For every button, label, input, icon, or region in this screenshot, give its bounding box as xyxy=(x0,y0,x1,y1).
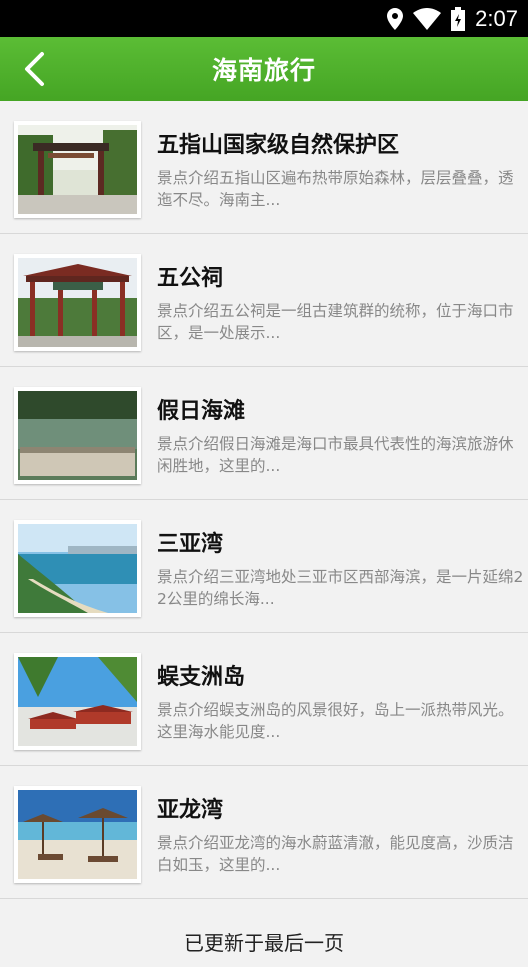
page-title: 海南旅行 xyxy=(211,56,316,85)
item-title: 假日海滩 xyxy=(157,399,246,424)
item-title: 五公祠 xyxy=(157,266,224,291)
battery-icon xyxy=(451,6,466,31)
list-item[interactable]: 五公祠 景点介绍五公祠是一组古建筑群的统称，位于海口市区，是一处展示... xyxy=(0,234,528,367)
item-description: 景点介绍五指山区遍布热带原始森林，层层叠叠，透迤不尽。海南主... xyxy=(157,169,514,209)
list-item[interactable]: 三亚湾 景点介绍三亚湾地处三亚市区西部海滨，是一片延绵22公里的绵长海... xyxy=(0,500,528,633)
list-item[interactable]: 假日海滩 景点介绍假日海滩是海口市最具代表性的海滨旅游休闲胜地，这里的... xyxy=(0,367,528,500)
thumbnail xyxy=(14,254,141,351)
list-footer: 已更新于最后一页 xyxy=(184,931,344,955)
item-title: 五指山国家级自然保护区 xyxy=(157,133,400,158)
item-title: 三亚湾 xyxy=(157,532,224,557)
item-title: 蜈支洲岛 xyxy=(157,665,246,690)
item-description: 景点介绍五公祠是一组古建筑群的统称，位于海口市区，是一处展示... xyxy=(157,302,514,342)
status-time: 2:07 xyxy=(475,5,518,31)
item-description: 景点介绍亚龙湾的海水蔚蓝清澈，能见度高，沙质洁白如玉，这里的... xyxy=(157,834,514,874)
item-title: 亚龙湾 xyxy=(157,798,224,823)
list-item[interactable]: 蜈支洲岛 景点介绍蜈支洲岛的风景很好，岛上一派热带风光。这里海水能见度... xyxy=(0,633,528,766)
thumbnail xyxy=(14,121,141,218)
status-bar: 2:07 xyxy=(0,0,528,37)
thumbnail xyxy=(14,786,141,883)
list-item[interactable]: 五指山国家级自然保护区 景点介绍五指山区遍布热带原始森林，层层叠叠，透迤不尽。海… xyxy=(0,101,528,234)
thumbnail xyxy=(14,653,141,750)
item-description: 景点介绍三亚湾地处三亚市区西部海滨，是一片延绵22公里的绵长海... xyxy=(157,568,524,608)
location-icon xyxy=(387,7,404,30)
wifi-icon xyxy=(413,7,442,30)
list-item[interactable]: 亚龙湾 景点介绍亚龙湾的海水蔚蓝清澈，能见度高，沙质洁白如玉，这里的... xyxy=(0,766,528,899)
thumbnail xyxy=(14,387,141,484)
back-button[interactable] xyxy=(14,49,54,89)
item-description: 景点介绍蜈支洲岛的风景很好，岛上一派热带风光。这里海水能见度... xyxy=(157,701,514,741)
app-bar: 海南旅行 xyxy=(0,37,528,101)
thumbnail xyxy=(14,520,141,617)
attraction-list: 五指山国家级自然保护区 景点介绍五指山区遍布热带原始森林，层层叠叠，透迤不尽。海… xyxy=(0,101,528,899)
item-description: 景点介绍假日海滩是海口市最具代表性的海滨旅游休闲胜地，这里的... xyxy=(157,435,514,475)
chevron-left-icon xyxy=(25,52,44,86)
